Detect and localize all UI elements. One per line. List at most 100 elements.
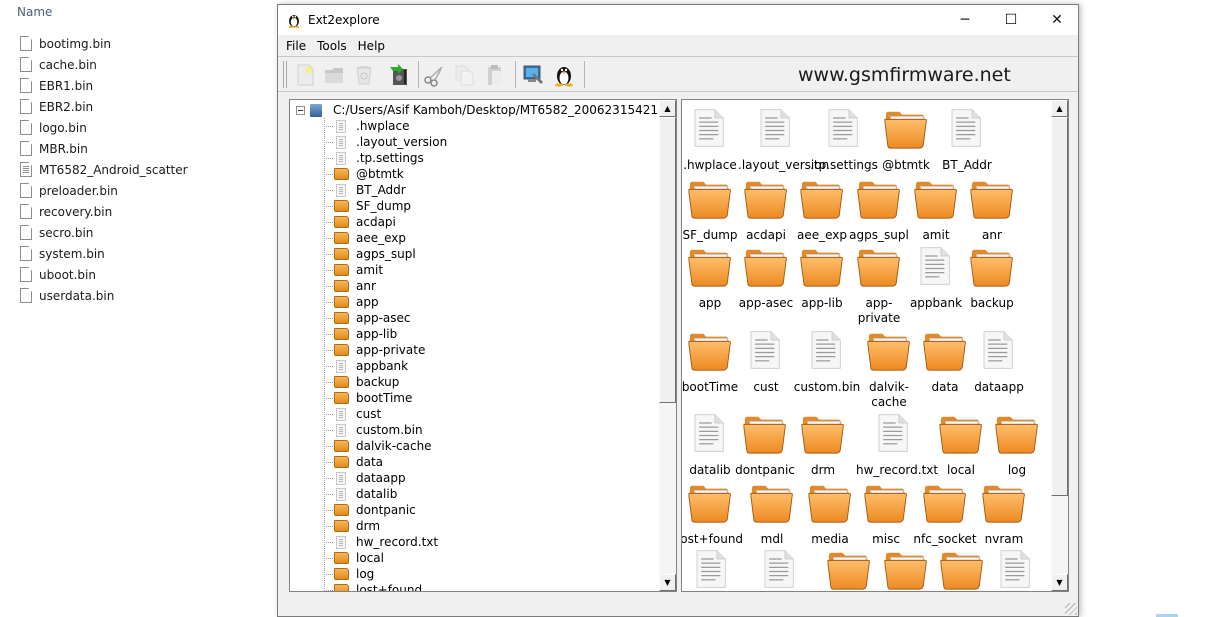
close-button[interactable]: ✕ [1034,5,1080,35]
settings-button[interactable] [520,61,546,88]
folder-item[interactable] [875,545,937,591]
tree-item[interactable]: @btmtk [324,166,447,182]
file-list-item[interactable]: userdata.bin [20,285,188,306]
scroll-down-button[interactable]: ▼ [659,574,676,591]
file-list-item[interactable]: recovery.bin [20,201,188,222]
icon-view-vertical-scrollbar[interactable]: ▲ ▼ [1051,100,1068,591]
tree-item[interactable]: aee_exp [324,230,447,246]
tree-item[interactable]: dontpanic [324,502,447,518]
file-item[interactable]: custom.bin [794,326,860,395]
folder-item[interactable]: nvram [973,478,1035,547]
tree-item[interactable]: app-private [324,342,447,358]
about-button[interactable] [551,61,577,88]
toolbar-grip[interactable] [283,61,287,88]
file-item[interactable]: .tp.settings [810,104,878,173]
tree-item[interactable]: data [324,454,447,470]
file-list-item[interactable]: MT6582_Android_scatter [20,159,188,180]
tree-item[interactable]: hw_record.txt [324,534,447,550]
file-list-item[interactable]: logo.bin [20,117,188,138]
folder-item[interactable]: anr [961,174,1023,243]
tree-item[interactable]: amit [324,262,447,278]
file-item[interactable]: .hwplace [682,104,741,173]
scrollbar-thumb[interactable] [659,117,676,403]
folder-item[interactable] [818,545,880,591]
document-icon [820,104,868,152]
file-item[interactable] [682,545,743,591]
tree-item[interactable]: log [324,566,447,582]
file-list-item[interactable]: preloader.bin [20,180,188,201]
tree-item[interactable]: anr [324,278,447,294]
file-list-item[interactable]: EBR1.bin [20,75,188,96]
menu-help[interactable]: Help [354,39,389,53]
tree-item[interactable]: .hwplace [324,118,447,134]
tree-item[interactable]: datalib [324,486,447,502]
copy-button[interactable] [451,61,477,88]
tree-item[interactable]: cust [324,406,447,422]
scroll-up-button[interactable]: ▲ [659,100,676,117]
file-list-item[interactable]: bootimg.bin [20,33,188,54]
tree-item[interactable]: custom.bin [324,422,447,438]
name-column-header[interactable]: Name [17,5,52,19]
tree-item[interactable]: local [324,550,447,566]
folder-item[interactable]: drm [792,409,854,478]
tree-item[interactable]: .tp.settings [324,150,447,166]
save-export-button[interactable] [385,61,411,88]
tree-item[interactable]: app-asec [324,310,447,326]
file-list-item[interactable]: MBR.bin [20,138,188,159]
menu-file[interactable]: File [282,39,310,53]
file-list-item[interactable]: system.bin [20,243,188,264]
file-list-item[interactable]: secro.bin [20,222,188,243]
folder-item[interactable]: log [986,409,1048,478]
collapse-icon[interactable] [296,105,305,115]
scroll-down-button[interactable]: ▼ [1051,574,1068,591]
new-file-button[interactable] [292,61,318,88]
tree-item[interactable]: drm [324,518,447,534]
icon-view-panel[interactable]: .hwplace .layout_version .tp.settings @btmt… [681,99,1069,592]
file-item[interactable]: .layout_version [738,104,829,173]
resize-grip[interactable] [1065,603,1077,615]
tree-item[interactable]: backup [324,374,447,390]
file-item[interactable]: dataapp [968,326,1030,395]
tree-item[interactable]: dalvik-cache [324,438,447,454]
folder-tree-panel[interactable]: C:/Users/Asif Kamboh/Desktop/MT6582_2006… [289,99,677,592]
tree-item[interactable]: SF_dump [324,198,447,214]
folder-item[interactable]: @btmtk [875,104,937,173]
folder-item[interactable]: app-private [848,242,910,326]
maximize-button[interactable]: ☐ [988,5,1034,35]
file-list-item[interactable]: uboot.bin [20,264,188,285]
menu-tools[interactable]: Tools [313,39,351,53]
tree-item[interactable]: appbank [324,358,447,374]
file-item[interactable]: BT_Addr [936,104,998,173]
paste-button[interactable] [481,61,507,88]
tree-item[interactable]: BT_Addr [324,182,447,198]
folder-item[interactable]: backup [961,242,1023,311]
tree-item[interactable]: acdapi [324,214,447,230]
file-item[interactable]: hw_record.txt [856,409,938,478]
file-list-item[interactable]: cache.bin [20,54,188,75]
tree-item[interactable]: .layout_version [324,134,447,150]
scroll-up-button[interactable]: ▲ [1051,100,1068,117]
open-folder-button[interactable] [321,61,347,88]
delete-button[interactable] [351,61,377,88]
cut-button[interactable] [421,61,447,88]
tree-root-item[interactable]: C:/Users/Asif Kamboh/Desktop/MT6582_2006… [296,102,676,118]
folder-item[interactable] [931,545,993,591]
folder-item[interactable]: app-lib [791,242,853,311]
tree-item[interactable]: app [324,294,447,310]
folder-icon [333,167,349,181]
file-item[interactable]: cust [735,326,797,395]
title-bar[interactable]: Ext2explore ─ ☐ ✕ [278,5,1078,35]
folder-item[interactable]: lost+found [682,478,743,547]
folder-item[interactable]: dalvik-cache [858,326,920,410]
tree-item[interactable]: lost+found [324,582,447,591]
tree-item[interactable]: bootTime [324,390,447,406]
file-list-item[interactable]: EBR2.bin [20,96,188,117]
tree-item[interactable]: dataapp [324,470,447,486]
tree-item[interactable]: agps_supl [324,246,447,262]
scrollbar-thumb[interactable] [1051,117,1068,496]
tree-vertical-scrollbar[interactable]: ▲ ▼ [659,100,676,591]
file-item[interactable] [749,545,811,591]
tree-item[interactable]: app-lib [324,326,447,342]
file-item[interactable] [985,545,1047,591]
minimize-button[interactable]: ─ [942,5,988,35]
